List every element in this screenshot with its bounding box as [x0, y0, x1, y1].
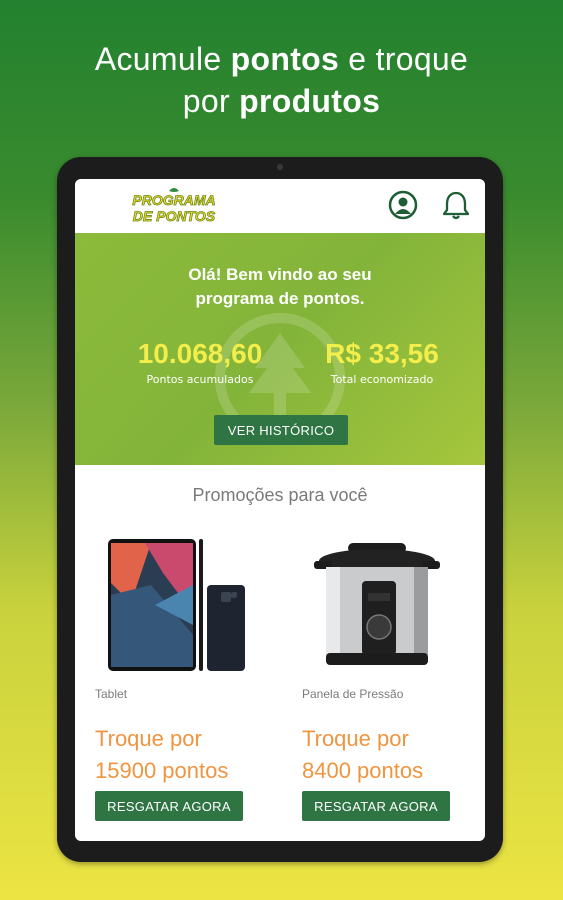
redeem-now-button[interactable]: RESGATAR AGORA — [95, 791, 243, 821]
product-name: Panela de Pressão — [302, 687, 404, 701]
headline-line2: por produtos — [182, 83, 381, 119]
view-history-button[interactable]: VER HISTÓRICO — [214, 415, 348, 445]
saved-label: Total economizado — [330, 373, 434, 386]
product-name: Tablet — [95, 687, 128, 701]
trade-offer: Troque por 15900 pontos — [95, 726, 229, 783]
points-value: 10.068,60 — [137, 338, 263, 369]
headline: Acumule pontos e troque por produtos — [0, 38, 563, 122]
promotions-title: Promoções para você — [192, 485, 368, 505]
points-summary-banner: Olá! Bem vindo ao seu programa de pontos… — [75, 233, 485, 465]
saved-value: R$ 33,56 — [325, 338, 439, 369]
app-bar: PROGRAMA DE PONTOS — [75, 179, 485, 233]
accumulated-points-stat: 10.068,60 Pontos acumulados — [115, 337, 285, 387]
app-screen: PROGRAMA DE PONTOS Olá! Bem vindo ao seu — [75, 179, 485, 841]
program-logo: PROGRAMA DE PONTOS — [132, 188, 216, 224]
redeem-now-button[interactable]: RESGATAR AGORA — [302, 791, 450, 821]
tablet-product-image — [108, 539, 245, 671]
promotion-card-pressure-cooker: Panela de Pressão Troque por 8400 pontos… — [302, 535, 472, 821]
profile-icon[interactable] — [387, 189, 419, 221]
trade-offer: Troque por 8400 pontos — [302, 726, 424, 783]
welcome-message: Olá! Bem vindo ao seu programa de pontos… — [188, 265, 372, 308]
total-saved-stat: R$ 33,56 Total economizado — [297, 337, 467, 387]
headline-line1: Acumule pontos e troque — [94, 41, 469, 77]
points-label: Pontos acumulados — [146, 373, 254, 386]
tablet-frame: PROGRAMA DE PONTOS Olá! Bem vindo ao seu — [57, 157, 503, 862]
pressure-cooker-product-image — [314, 543, 440, 665]
svg-text:DE PONTOS: DE PONTOS — [133, 208, 216, 224]
camera-dot — [277, 164, 283, 170]
svg-text:PROGRAMA: PROGRAMA — [132, 192, 215, 208]
promotion-card-tablet: Tablet Troque por 15900 pontos RESGATAR … — [95, 535, 265, 821]
bell-icon[interactable] — [440, 189, 472, 221]
